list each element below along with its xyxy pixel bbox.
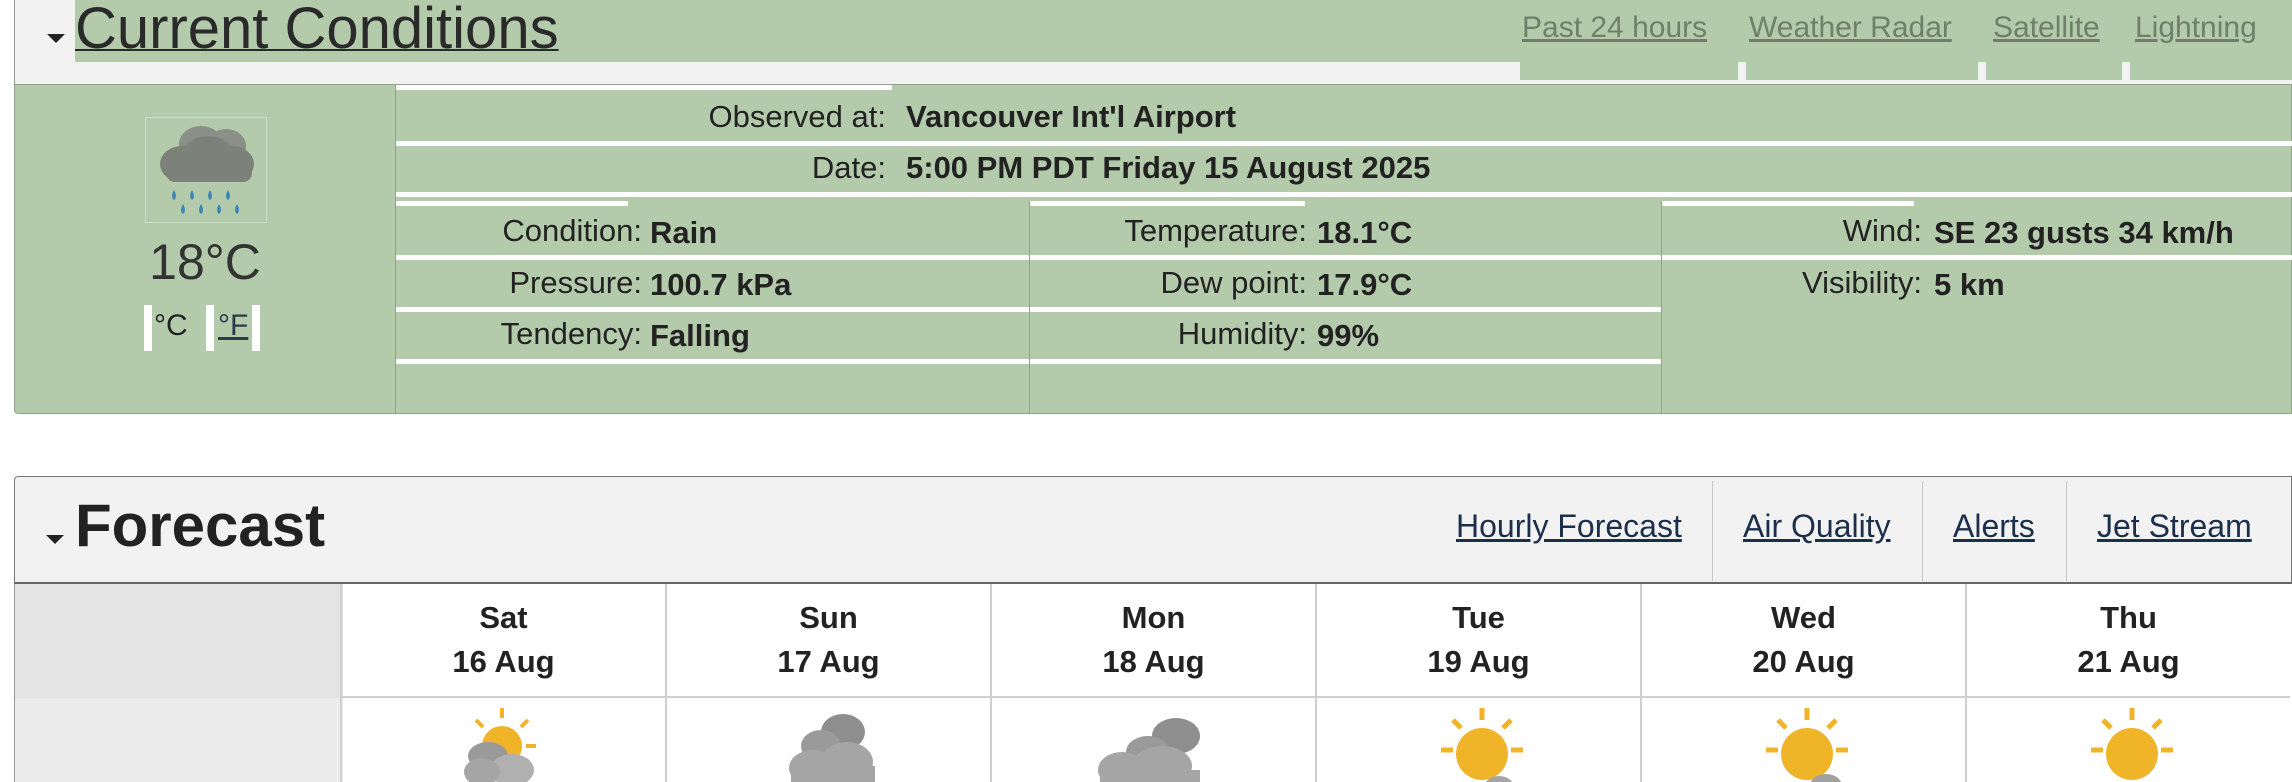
row-line [396, 201, 628, 206]
unit-separator [144, 305, 152, 351]
dewpoint-label: Dew point: [1160, 265, 1307, 300]
day-date: 16 Aug [452, 644, 555, 679]
forecast-day-header: Sun 17 Aug [665, 584, 990, 698]
day-date: 20 Aug [1752, 644, 1855, 679]
unit-separator [206, 305, 214, 351]
observed-value: Vancouver Int'l Airport [906, 99, 1237, 134]
date-label: Date: [811, 150, 886, 185]
current-temperature: 18°C [149, 234, 261, 290]
pressure-label: Pressure: [509, 265, 642, 300]
forecast-day-header: Mon 18 Aug [990, 584, 1315, 698]
temperature-value: 18.1°C [1317, 215, 1413, 250]
link-jet-stream[interactable]: Jet Stream [2097, 503, 2252, 549]
dewpoint-value: 17.9°C [1317, 267, 1413, 302]
link-alerts[interactable]: Alerts [1953, 503, 2035, 549]
rain-cloud-icon [145, 117, 267, 223]
forecast-icon-cell [665, 698, 990, 782]
row-line [396, 141, 2292, 146]
forecast-day-header: Thu 21 Aug [1965, 584, 2290, 698]
visibility-label: Visibility: [1801, 265, 1922, 300]
wind-label: Wind: [1842, 213, 1922, 248]
forecast-table: Sat 16 Aug Sun 17 Aug Mon 18 Aug Tue 19 … [14, 584, 2292, 782]
collapse-caret-icon[interactable] [47, 34, 65, 43]
link-separator [2066, 481, 2067, 581]
link-past-24-hours[interactable]: Past 24 hours [1522, 6, 1707, 50]
sun-icon [1441, 708, 1523, 782]
sun-small-cloud-icon [1766, 708, 1848, 782]
observed-label: Observed at: [708, 99, 886, 134]
day-name: Thu [2100, 600, 2157, 635]
visibility-value: 5 km [1934, 267, 2005, 302]
day-name: Mon [1121, 600, 1186, 635]
link-hourly-forecast[interactable]: Hourly Forecast [1456, 503, 1682, 549]
forecast-icon-cell [990, 698, 1315, 782]
row-line [1029, 201, 1305, 206]
day-date: 17 Aug [777, 644, 880, 679]
link-air-quality[interactable]: Air Quality [1743, 503, 1891, 549]
current-conditions-panel: 18°C °C °F Observed at: Vancouver Int'l … [14, 84, 2292, 414]
link-separator [1712, 481, 1713, 581]
unit-celsius[interactable]: °C [154, 309, 188, 343]
collapse-caret-icon[interactable] [46, 535, 64, 544]
link-lightning[interactable]: Lightning [2135, 6, 2257, 50]
row-line [396, 192, 2292, 197]
forecast-title: Forecast [75, 492, 326, 559]
current-conditions-header: Current Conditions Past 24 hours Weather… [14, 0, 2292, 84]
day-date: 21 Aug [2077, 644, 2180, 679]
forecast-icon-cell [1965, 698, 2290, 782]
day-name: Tue [1452, 600, 1505, 635]
unit-separator [252, 305, 260, 351]
current-summary: 18°C °C °F [15, 85, 395, 413]
day-date: 18 Aug [1102, 644, 1205, 679]
tendency-value: Falling [650, 318, 750, 353]
tendency-label: Tendency: [500, 316, 642, 351]
row-line [1662, 255, 2292, 260]
day-date: 19 Aug [1427, 644, 1530, 679]
forecast-icon-cell [1640, 698, 1965, 782]
humidity-value: 99% [1317, 318, 1380, 353]
unit-fahrenheit[interactable]: °F [218, 309, 248, 343]
forecast-icon-cell [1315, 698, 1640, 782]
condition-label: Condition: [502, 213, 642, 248]
condition-value: Rain [650, 215, 718, 250]
date-value: 5:00 PM PDT Friday 15 August 2025 [906, 150, 1431, 185]
day-name: Wed [1771, 600, 1836, 635]
cloud-icon [789, 714, 875, 782]
forecast-day-header: Sat 16 Aug [340, 584, 665, 698]
row-line [396, 85, 892, 90]
forecast-day-header: Wed 20 Aug [1640, 584, 1965, 698]
day-name: Sat [479, 600, 528, 635]
temperature-label: Temperature: [1124, 213, 1307, 248]
link-separator [1922, 481, 1923, 581]
current-conditions-title[interactable]: Current Conditions [75, 0, 559, 64]
pressure-value: 100.7 kPa [650, 267, 792, 302]
forecast-day-header: Tue 19 Aug [1315, 584, 1640, 698]
humidity-label: Humidity: [1177, 316, 1307, 351]
day-name: Sun [799, 600, 858, 635]
forecast-header: Forecast Hourly Forecast Air Quality Ale… [14, 476, 2292, 584]
sun-cloud-icon [464, 708, 536, 782]
link-weather-radar[interactable]: Weather Radar [1749, 6, 1952, 50]
row-line [1662, 201, 1914, 206]
forecast-icon-cell [340, 698, 665, 782]
wind-value: SE 23 gusts 34 km/h [1934, 215, 2234, 250]
sun-icon [2091, 708, 2173, 780]
forecast-side-cell [14, 698, 343, 782]
cloud-icon [1098, 718, 1200, 782]
observation-details: Observed at: Vancouver Int'l Airport Dat… [395, 85, 2292, 413]
forecast-side-header [14, 584, 343, 698]
link-satellite[interactable]: Satellite [1993, 6, 2100, 50]
